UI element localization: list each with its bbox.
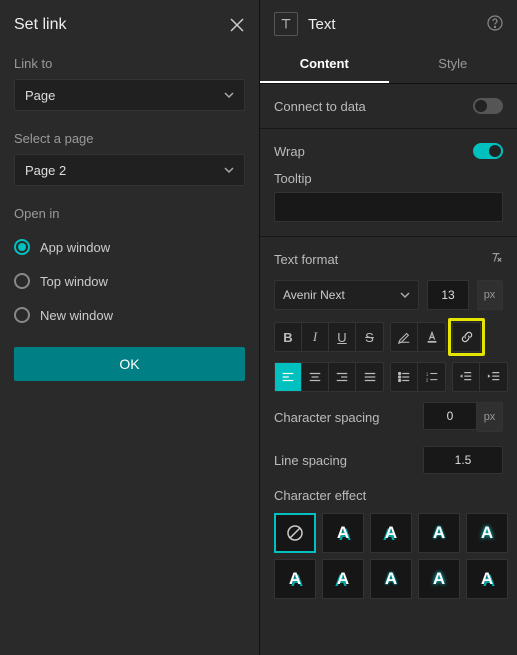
tooltip-input[interactable] [274, 192, 503, 222]
ok-button[interactable]: OK [14, 347, 245, 381]
align-center-button[interactable] [302, 363, 329, 391]
radio-new-window[interactable]: New window [14, 307, 245, 323]
radio-icon [14, 307, 30, 323]
font-size-unit: px [477, 280, 503, 310]
svg-text:2: 2 [425, 377, 428, 382]
select-page-label: Select a page [14, 131, 245, 146]
bold-button[interactable]: B [275, 323, 302, 351]
strike-button[interactable]: S [356, 323, 383, 351]
widget-header: Text [260, 0, 517, 40]
char-effect-label: Character effect [274, 488, 503, 503]
link-button[interactable] [453, 323, 480, 351]
underline-button[interactable]: U [329, 323, 356, 351]
effect-7[interactable]: A [370, 559, 412, 599]
effect-1[interactable]: A [322, 513, 364, 553]
effect-6[interactable]: A [322, 559, 364, 599]
close-icon[interactable] [229, 17, 245, 33]
effect-none[interactable] [274, 513, 316, 553]
radio-label: New window [40, 308, 113, 323]
clear-format-icon[interactable] [489, 251, 503, 268]
effect-2[interactable]: A [370, 513, 412, 553]
chevron-down-icon [224, 165, 234, 175]
indent-button[interactable] [480, 363, 507, 391]
radio-top-window[interactable]: Top window [14, 273, 245, 289]
connect-to-data-label: Connect to data [274, 99, 366, 114]
effect-9[interactable]: A [466, 559, 508, 599]
char-spacing-label: Character spacing [274, 410, 380, 425]
char-effect-grid: A A A A A A A A A [274, 513, 503, 599]
line-spacing-input[interactable] [423, 446, 503, 474]
tab-content[interactable]: Content [260, 46, 389, 83]
font-size-input[interactable] [427, 280, 469, 310]
font-family-select[interactable]: Avenir Next [274, 280, 419, 310]
help-icon[interactable] [487, 15, 503, 34]
set-link-panel: Set link Link to Page Select a page Page… [0, 0, 259, 655]
link-to-select[interactable]: Page [14, 79, 245, 111]
select-page-select[interactable]: Page 2 [14, 154, 245, 186]
effect-5[interactable]: A [274, 559, 316, 599]
text-widget-panel: Text Content Style Connect to data Wrap … [259, 0, 517, 655]
select-page-value: Page 2 [25, 163, 66, 178]
open-in-radio-group: App window Top window New window [14, 239, 245, 323]
font-family-value: Avenir Next [283, 288, 345, 302]
effect-8[interactable]: A [418, 559, 460, 599]
svg-text:1: 1 [425, 371, 428, 376]
char-spacing-unit: px [477, 402, 503, 432]
wrap-section: Wrap Tooltip [260, 129, 517, 237]
tooltip-label: Tooltip [274, 171, 503, 186]
tab-style[interactable]: Style [389, 46, 517, 83]
connect-to-data-toggle[interactable] [473, 98, 503, 114]
italic-button[interactable]: I [302, 323, 329, 351]
outdent-button[interactable] [453, 363, 480, 391]
radio-icon [14, 239, 30, 255]
char-spacing-input[interactable] [423, 402, 477, 430]
bullet-list-button[interactable] [391, 363, 418, 391]
align-left-button[interactable] [275, 363, 302, 391]
tabs: Content Style [260, 46, 517, 84]
link-to-value: Page [25, 88, 55, 103]
wrap-label: Wrap [274, 144, 305, 159]
text-format-section: Text format Avenir Next px B I U S [260, 237, 517, 613]
radio-label: App window [40, 240, 110, 255]
link-to-label: Link to [14, 56, 245, 71]
line-spacing-label: Line spacing [274, 453, 347, 468]
font-color-button[interactable] [418, 323, 445, 351]
align-justify-button[interactable] [356, 363, 383, 391]
radio-app-window[interactable]: App window [14, 239, 245, 255]
effect-3[interactable]: A [418, 513, 460, 553]
align-right-button[interactable] [329, 363, 356, 391]
widget-title: Text [308, 16, 336, 33]
chevron-down-icon [400, 290, 410, 300]
number-list-button[interactable]: 12 [418, 363, 445, 391]
chevron-down-icon [224, 90, 234, 100]
text-widget-icon [274, 12, 298, 36]
highlight-color-button[interactable] [391, 323, 418, 351]
radio-icon [14, 273, 30, 289]
text-format-label: Text format [274, 252, 338, 267]
wrap-toggle[interactable] [473, 143, 503, 159]
panel-header: Set link [14, 16, 245, 34]
connect-section: Connect to data [260, 84, 517, 129]
effect-4[interactable]: A [466, 513, 508, 553]
radio-label: Top window [40, 274, 108, 289]
open-in-label: Open in [14, 206, 245, 221]
panel-title: Set link [14, 16, 66, 34]
